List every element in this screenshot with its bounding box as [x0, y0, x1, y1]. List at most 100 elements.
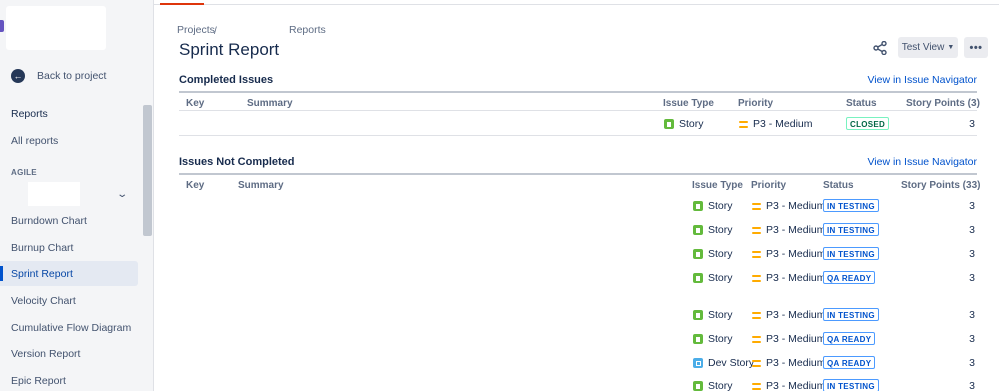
story-points-value: 3 [969, 380, 975, 391]
priority-text: P3 - Medium [766, 333, 826, 345]
test-view-dropdown[interactable]: Test View ▼ [898, 37, 958, 58]
priority-medium-icon [752, 359, 761, 367]
status-badge: QA READY [823, 271, 876, 284]
status-badge: QA READY [823, 332, 876, 345]
sidebar-item-burnup-chart[interactable]: Burnup Chart [0, 235, 138, 260]
col-header-story-points[interactable]: Story Points (3) [906, 98, 980, 109]
issue-type-text: Story [708, 200, 733, 212]
back-to-project-link[interactable]: ← Back to project [11, 69, 106, 83]
back-label: Back to project [37, 70, 107, 82]
issue-type-text: Story [708, 224, 733, 236]
sidebar-item-version-report[interactable]: Version Report [0, 341, 138, 366]
col-header-summary[interactable]: Summary [238, 180, 284, 191]
not-completed-issues-title: Issues Not Completed [179, 156, 295, 168]
all-reports-link[interactable]: All reports [11, 135, 58, 147]
priority-medium-icon [752, 226, 761, 234]
not-completed-view-in-navigator-link[interactable]: View in Issue Navigator [867, 156, 977, 168]
priority-text: P3 - Medium [766, 224, 826, 236]
status-badge: IN TESTING [823, 223, 879, 236]
status-badge: IN TESTING [823, 247, 879, 260]
issue-type-cell: Dev Story [693, 357, 754, 369]
issue-type-text: Dev Story [708, 357, 755, 369]
page-title: Sprint Report [179, 40, 280, 59]
share-button[interactable] [870, 38, 890, 58]
completed-col-rule [179, 110, 977, 111]
col-header-status[interactable]: Status [846, 98, 877, 109]
agile-section-label: AGILE [11, 168, 37, 177]
issue-type-cell: Story [693, 248, 733, 260]
test-view-label: Test View [901, 42, 945, 53]
more-actions-button[interactable]: ••• [964, 37, 988, 58]
status-badge: IN TESTING [823, 308, 879, 321]
col-header-key[interactable]: Key [186, 98, 204, 109]
story-points-value: 3 [969, 309, 975, 321]
chevron-down-icon: ⌄ [115, 188, 128, 200]
sidebar-item-cumulative-flow-diagram[interactable]: Cumulative Flow Diagram [0, 315, 138, 340]
priority-cell: P3 - Medium [752, 200, 826, 212]
issue-type-cell: Story [693, 200, 733, 212]
story-points-value: 3 [969, 118, 975, 130]
sidebar-item-velocity-chart[interactable]: Velocity Chart [0, 288, 138, 313]
sidebar-item-epic-report[interactable]: Epic Report [0, 368, 138, 391]
story-points-value: 3 [969, 224, 975, 236]
not-completed-header-rule [179, 173, 977, 175]
board-selector[interactable]: ⌄ [4, 180, 134, 208]
story-icon [693, 249, 703, 259]
sidebar-item-sprint-report[interactable]: Sprint Report [0, 261, 138, 286]
col-header-story-points[interactable]: Story Points (33) [901, 180, 980, 191]
reports-heading: Reports [11, 108, 48, 120]
completed-view-in-navigator-link[interactable]: View in Issue Navigator [867, 74, 977, 86]
story-icon [693, 225, 703, 235]
story-points-value: 3 [969, 248, 975, 260]
story-icon [664, 119, 674, 129]
priority-medium-icon [739, 120, 748, 128]
status-badge: CLOSED [846, 117, 890, 130]
priority-medium-icon [752, 202, 761, 210]
issue-type-cell: Story [693, 333, 733, 345]
priority-text: P3 - Medium [766, 380, 826, 391]
sidebar-item-burndown-chart[interactable]: Burndown Chart [0, 208, 138, 233]
priority-medium-icon [752, 311, 761, 319]
completed-header-rule [179, 91, 977, 93]
priority-medium-icon [752, 335, 761, 343]
col-header-priority[interactable]: Priority [751, 180, 786, 191]
issue-type-text: Story [708, 380, 733, 391]
priority-text: P3 - Medium [766, 248, 826, 260]
col-header-issue-type[interactable]: Issue Type [692, 180, 743, 191]
col-header-issue-type[interactable]: Issue Type [663, 98, 714, 109]
priority-text: P3 - Medium [753, 118, 813, 130]
completed-issues-title: Completed Issues [179, 74, 274, 86]
col-header-priority[interactable]: Priority [738, 98, 773, 109]
board-name-block [28, 182, 80, 206]
col-header-summary[interactable]: Summary [247, 98, 293, 109]
arrow-left-icon: ← [11, 69, 25, 83]
priority-text: P3 - Medium [766, 272, 826, 284]
priority-cell: P3 - Medium [752, 224, 826, 236]
priority-cell: P3 - Medium [752, 272, 826, 284]
story-icon [693, 334, 703, 344]
story-icon [693, 273, 703, 283]
story-points-value: 3 [969, 272, 975, 284]
issue-type-cell: Story [664, 118, 704, 130]
issue-type-cell: Story [693, 272, 733, 284]
priority-text: P3 - Medium [766, 309, 826, 321]
story-points-value: 3 [969, 333, 975, 345]
breadcrumb-projects[interactable]: Projects [177, 24, 215, 36]
priority-text: P3 - Medium [766, 357, 826, 369]
col-header-status[interactable]: Status [823, 180, 854, 191]
issue-type-cell: Story [693, 309, 733, 321]
status-badge: IN TESTING [823, 199, 879, 212]
priority-cell: P3 - Medium [752, 380, 826, 391]
priority-medium-icon [752, 250, 761, 258]
project-accent [0, 20, 4, 32]
priority-medium-icon [752, 382, 761, 390]
breadcrumb-reports[interactable]: Reports [289, 24, 326, 36]
issue-type-text: Story [708, 272, 733, 284]
sidebar-scrollbar-thumb[interactable] [143, 105, 152, 236]
active-tab-marker [160, 3, 204, 5]
priority-text: P3 - Medium [766, 200, 826, 212]
project-avatar-block[interactable] [6, 6, 106, 50]
col-header-key[interactable]: Key [186, 180, 204, 191]
breadcrumb-separator: / [214, 26, 217, 37]
issue-type-text: Story [708, 248, 733, 260]
